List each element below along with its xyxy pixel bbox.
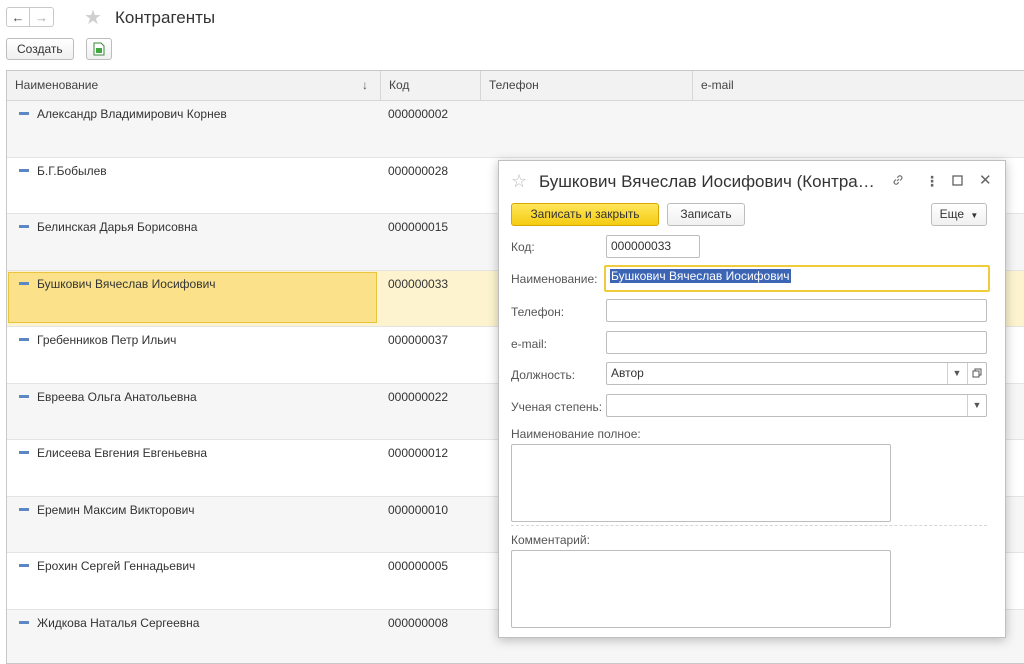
row-name: Б.Г.Бобылев: [37, 163, 107, 178]
code-field[interactable]: 000000033: [606, 235, 700, 258]
open-item-icon[interactable]: [967, 363, 986, 384]
row-code: 000000005: [388, 559, 449, 573]
column-header-name[interactable]: Наименование ↓: [7, 71, 381, 100]
navigation-group: ← →: [6, 7, 54, 27]
export-spreadsheet-icon: [93, 42, 105, 56]
chevron-down-icon: ▼: [970, 211, 979, 220]
favorite-star-icon[interactable]: ★: [84, 5, 102, 30]
contractor-form-dialog: ☆ Бушкович Вячеслав Иосифович (Контраген…: [498, 160, 1006, 638]
dropdown-arrow-icon[interactable]: ▼: [947, 363, 966, 384]
export-button[interactable]: [86, 38, 112, 60]
more-button[interactable]: Еще ▼: [931, 203, 987, 226]
row-item-icon: [19, 168, 29, 172]
position-value: Автор: [611, 366, 644, 380]
position-label: Должность:: [511, 368, 576, 382]
phone-label: Телефон:: [511, 305, 565, 319]
row-name: Ерохин Сергей Геннадьевич: [37, 559, 196, 573]
email-field[interactable]: [606, 331, 987, 354]
degree-label: Ученая степень:: [511, 400, 603, 414]
save-and-close-button[interactable]: Записать и закрыть: [511, 203, 659, 226]
row-code: 000000008: [388, 615, 449, 630]
row-item-icon: [19, 451, 29, 454]
row-item-icon: [19, 338, 29, 341]
link-icon[interactable]: [891, 173, 905, 190]
row-name: Жидкова Наталья Сергеевна: [37, 615, 200, 630]
row-name: Белинская Дарья Борисовна: [37, 220, 198, 234]
save-button[interactable]: Записать: [667, 203, 745, 226]
maximize-glyph-icon: [952, 175, 963, 186]
degree-select[interactable]: ▼: [606, 394, 987, 417]
link-glyph-icon: [893, 175, 903, 185]
close-icon[interactable]: ✕: [979, 171, 992, 189]
row-code: 000000015: [388, 220, 449, 234]
sort-descending-icon: ↓: [362, 78, 368, 92]
row-name: Евреева Ольга Анатольевна: [37, 389, 197, 404]
fullname-label: Наименование полное:: [511, 427, 641, 441]
row-code: 000000022: [388, 389, 449, 404]
position-select[interactable]: Автор ▼: [606, 362, 987, 385]
row-name: Бушкович Вячеслав Иосифович: [37, 276, 216, 291]
create-button[interactable]: Создать: [6, 38, 74, 60]
column-header-code[interactable]: Код: [381, 71, 481, 100]
row-name: Александр Владимирович Корнев: [37, 107, 227, 121]
favorite-star-icon[interactable]: ☆: [511, 171, 527, 192]
row-code: 000000012: [388, 446, 449, 460]
fullname-textarea[interactable]: [511, 444, 891, 522]
code-label: Код:: [511, 240, 535, 254]
more-actions-icon[interactable]: ⋮: [925, 173, 939, 190]
row-item-icon: [19, 394, 29, 398]
row-name: Еремин Максим Викторович: [37, 502, 195, 517]
table-header: Наименование ↓ Код Телефон e-mail: [7, 71, 1024, 101]
row-code: 000000002: [388, 107, 449, 121]
row-code: 000000033: [388, 276, 449, 291]
name-field-value: Бушкович Вячеслав Иосифович: [610, 269, 791, 283]
row-item-icon: [19, 281, 29, 285]
row-code: 000000037: [388, 333, 449, 347]
row-item-icon: [19, 225, 29, 228]
forward-button[interactable]: →: [30, 7, 54, 27]
row-item-icon: [19, 112, 29, 115]
column-header-phone[interactable]: Телефон: [481, 71, 693, 100]
open-window-glyph-icon: [972, 368, 982, 378]
row-code: 000000028: [388, 163, 449, 178]
degree-value: [607, 398, 611, 412]
dropdown-arrow-icon[interactable]: ▼: [967, 395, 986, 416]
row-code: 000000010: [388, 502, 449, 517]
section-divider: [511, 525, 987, 526]
row-item-icon: [19, 507, 29, 511]
phone-field[interactable]: [606, 299, 987, 322]
name-field[interactable]: Бушкович Вячеслав Иосифович: [604, 265, 990, 292]
column-header-email[interactable]: e-mail: [693, 71, 1024, 100]
table-row[interactable]: Александр Владимирович Корнев 000000002: [7, 101, 1024, 158]
comment-textarea[interactable]: [511, 550, 891, 628]
column-header-name-label: Наименование: [15, 78, 99, 92]
maximize-icon[interactable]: [952, 173, 963, 189]
comment-label: Комментарий:: [511, 533, 590, 547]
row-item-icon: [19, 620, 29, 624]
email-label: e-mail:: [511, 337, 548, 351]
more-button-label: Еще: [939, 207, 965, 221]
row-name: Елисеева Евгения Евгеньевна: [37, 446, 208, 460]
dialog-title: Бушкович Вячеслав Иосифович (Контрагент): [539, 172, 879, 191]
name-label: Наименование:: [511, 272, 598, 286]
page-title: Контрагенты: [115, 8, 216, 27]
row-item-icon: [19, 564, 29, 567]
back-button[interactable]: ←: [6, 7, 30, 27]
row-name: Гребенников Петр Ильич: [37, 333, 177, 347]
